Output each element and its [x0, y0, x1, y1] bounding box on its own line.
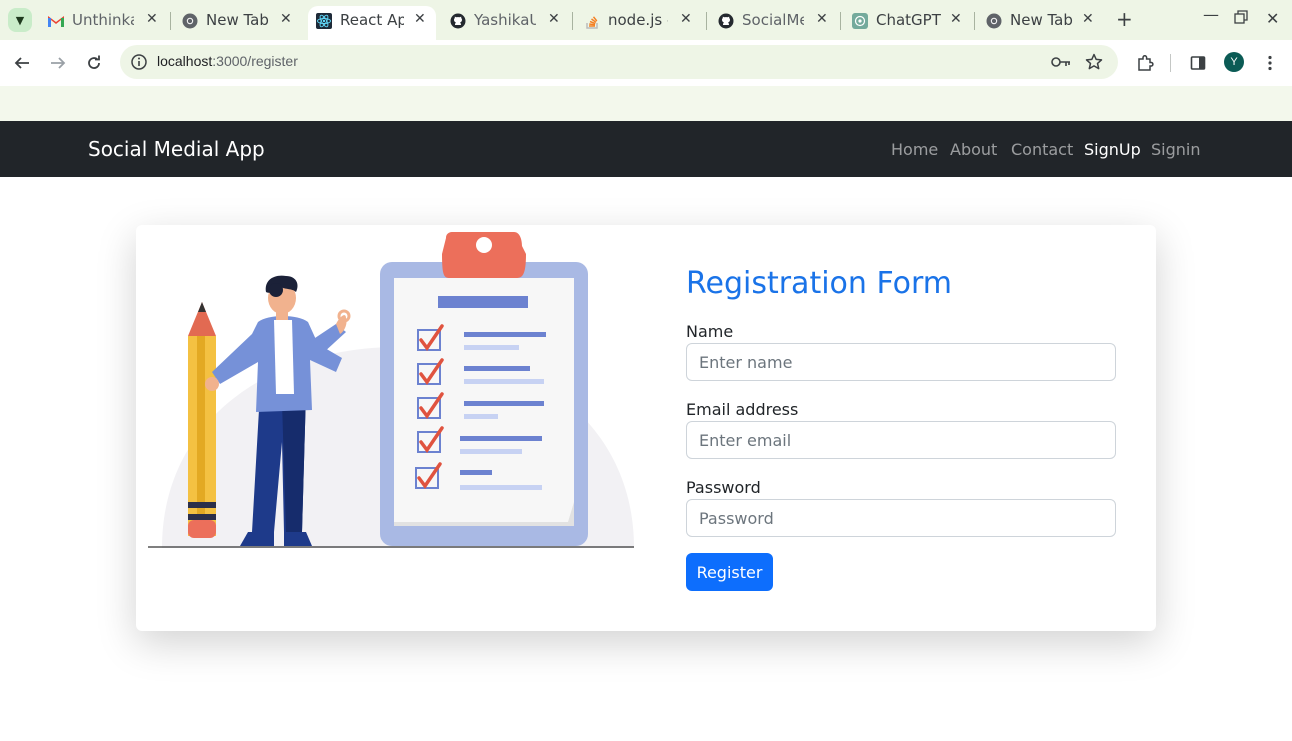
close-icon[interactable]: ✕ [280, 11, 292, 27]
password-label: Password [686, 478, 761, 497]
chevron-down-icon: ▼ [15, 13, 25, 27]
arrow-left-icon [14, 57, 29, 69]
window-close-icon[interactable]: ✕ [1266, 9, 1279, 28]
tab-search-button[interactable]: ▼ [8, 8, 32, 32]
close-icon[interactable]: ✕ [548, 11, 560, 27]
forward-button[interactable] [47, 52, 69, 74]
close-icon[interactable]: ✕ [146, 11, 158, 27]
pencil-icon [188, 302, 216, 538]
nav-link-about[interactable]: About [950, 140, 997, 159]
form-title: Registration Form [686, 266, 953, 301]
chatgpt-icon [852, 13, 868, 29]
toolbar-divider [1170, 54, 1171, 72]
close-icon[interactable]: ✕ [816, 11, 828, 27]
close-icon[interactable]: ✕ [1082, 11, 1094, 27]
tab-title: Unthinka [72, 11, 134, 29]
tab-divider [840, 12, 841, 30]
email-input[interactable] [686, 421, 1116, 459]
name-input[interactable] [686, 343, 1116, 381]
back-button[interactable] [11, 52, 33, 74]
gmail-icon [48, 13, 64, 29]
tab-stackoverflow[interactable]: node.js - ✕ [576, 6, 706, 34]
clipboard-icon [380, 232, 588, 546]
address-bar[interactable]: localhost:3000/register [120, 45, 1118, 79]
tab-github-socialmedia[interactable]: SocialMe ✕ [710, 6, 840, 34]
new-tab-button[interactable]: + [1116, 7, 1133, 31]
close-icon[interactable]: ✕ [680, 11, 692, 27]
tab-title: SocialMe [742, 11, 804, 29]
tab-divider [572, 12, 573, 30]
arrow-right-icon [51, 57, 66, 69]
chrome-icon [986, 13, 1002, 29]
tab-new-tab[interactable]: New Tab ✕ [174, 6, 304, 34]
tab-title: React App [340, 11, 404, 29]
registration-illustration [148, 232, 634, 548]
stackoverflow-icon [584, 13, 600, 29]
extensions-icon[interactable] [1134, 52, 1156, 74]
bookmark-star-icon[interactable] [1083, 51, 1105, 73]
navbar-brand[interactable]: Social Medial App [88, 137, 265, 161]
tab-divider [170, 12, 171, 30]
more-menu-icon[interactable] [1259, 52, 1281, 74]
tab-title: ChatGPT [876, 11, 941, 29]
name-label: Name [686, 322, 734, 341]
password-input[interactable] [686, 499, 1116, 537]
browser-tab-bar: ▼ Unthinka ✕ New Tab ✕ React App ✕ Yashi… [0, 0, 1292, 40]
tab-title: New Tab [1010, 11, 1073, 29]
tab-github-yashika[interactable]: YashikaU ✕ [442, 6, 572, 34]
close-icon[interactable]: ✕ [950, 11, 962, 27]
nav-link-home[interactable]: Home [891, 140, 938, 159]
browser-toolbar: localhost:3000/register [0, 40, 1292, 86]
tab-title: New Tab [206, 11, 269, 29]
tab-new-tab-2[interactable]: New Tab ✕ [978, 6, 1108, 34]
tab-title: node.js - [608, 11, 668, 29]
profile-avatar[interactable]: Y [1224, 52, 1244, 72]
url-path: :3000/register [212, 53, 298, 69]
nav-link-contact[interactable]: Contact [1011, 140, 1073, 159]
tab-title: YashikaU [474, 11, 536, 29]
side-panel-icon[interactable] [1187, 52, 1209, 74]
react-icon [316, 13, 332, 29]
password-key-icon[interactable] [1050, 51, 1072, 73]
close-icon[interactable]: ✕ [414, 11, 426, 27]
tab-divider [974, 12, 975, 30]
reload-button[interactable] [83, 52, 105, 74]
url-host: localhost [157, 53, 213, 69]
chrome-icon [182, 13, 198, 29]
minimize-icon[interactable]: — [1203, 5, 1219, 24]
tab-chatgpt[interactable]: ChatGPT ✕ [844, 6, 974, 34]
register-button[interactable]: Register [686, 553, 773, 591]
tab-gmail[interactable]: Unthinka ✕ [40, 6, 170, 34]
restore-icon[interactable] [1234, 9, 1248, 28]
url-text: localhost:3000/register [157, 53, 298, 69]
site-info-icon[interactable] [130, 53, 148, 71]
nav-link-signup[interactable]: SignUp [1084, 140, 1141, 159]
tab-divider [706, 12, 707, 30]
github-icon [450, 13, 466, 29]
browser-info-strip [0, 86, 1292, 121]
nav-link-signin[interactable]: Signin [1151, 140, 1200, 159]
tab-react-app[interactable]: React App ✕ [308, 6, 436, 40]
github-icon [718, 13, 734, 29]
email-label: Email address [686, 400, 799, 419]
reload-icon [88, 55, 100, 69]
